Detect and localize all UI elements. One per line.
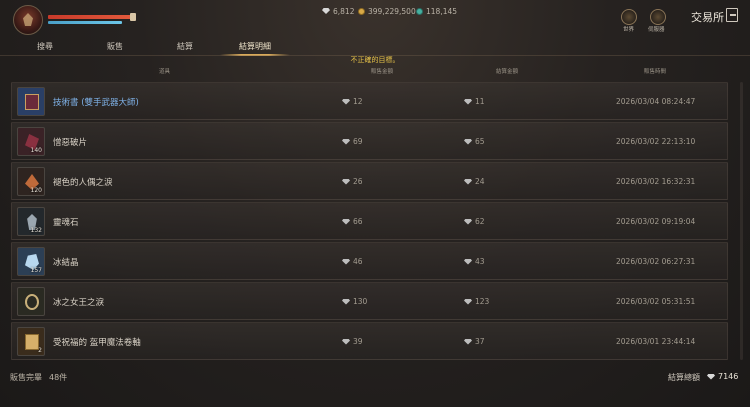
col-sale-amount: 販售金額 xyxy=(371,69,394,75)
col-settle-amount: 結算金額 xyxy=(496,69,519,75)
diamond-icon xyxy=(464,98,472,105)
item-quantity: 120 xyxy=(30,187,42,194)
item-name[interactable]: 褪色的人偶之淚 xyxy=(53,176,113,188)
item-name[interactable]: 冰結晶 xyxy=(53,256,79,268)
market-title: 交易所 xyxy=(691,11,724,24)
sale-time: 2026/03/02 09:19:04 xyxy=(616,217,696,226)
table-row[interactable]: 140 憎惡破片 69 65 2026/03/02 22:13:10 xyxy=(11,122,728,160)
item-quantity: 132 xyxy=(30,227,42,234)
exit-icon[interactable] xyxy=(726,8,738,22)
gold-currency: 399,229,500 xyxy=(358,5,416,17)
table-row[interactable]: 2 受祝福的 盔甲魔法卷軸 39 37 2026/03/01 23:44:14 xyxy=(11,322,728,360)
crystal-icon: 132 xyxy=(17,207,45,236)
table-row[interactable]: 157 冰結晶 46 43 2026/03/02 06:27:31 xyxy=(11,242,728,280)
world-label: 世界 xyxy=(623,27,635,33)
total-settlement-value: 7146 xyxy=(718,372,739,381)
gold-coin-icon xyxy=(358,7,365,15)
diamond-icon xyxy=(464,218,472,225)
diamond-icon xyxy=(342,138,350,145)
table-row[interactable]: 120 褪色的人偶之淚 26 24 2026/03/02 16:32:31 xyxy=(11,162,728,200)
sold-count: 48件 xyxy=(49,373,68,382)
sale-time: 2026/03/02 05:31:51 xyxy=(616,297,696,306)
server-label: 伺服器 xyxy=(648,27,665,33)
settle-amount: 37 xyxy=(464,337,485,346)
tab-search[interactable]: 搜尋 xyxy=(10,36,80,56)
sale-time: 2026/03/04 08:24:47 xyxy=(616,97,696,106)
table-row[interactable]: 冰之女王之淚 130 123 2026/03/02 05:31:51 xyxy=(11,282,728,320)
total-settlement: 7146 xyxy=(707,372,738,381)
diamond-icon xyxy=(342,298,350,305)
diamond-icon xyxy=(707,373,715,380)
diamond-icon xyxy=(464,138,472,145)
diamond-icon xyxy=(322,8,330,14)
top-bar: 6,812 399,229,500 118,145 世界 伺服器 交易所 xyxy=(0,0,750,36)
tear-icon: 120 xyxy=(17,167,45,196)
item-name[interactable]: 憎惡破片 xyxy=(53,136,87,148)
item-name[interactable]: 受祝福的 盔甲魔法卷軸 xyxy=(53,336,141,348)
diamond-icon xyxy=(342,218,350,225)
sale-time: 2026/03/01 23:44:14 xyxy=(616,337,696,346)
settle-amount: 43 xyxy=(464,257,485,266)
item-quantity: 157 xyxy=(30,267,42,274)
settle-amount: 65 xyxy=(464,137,485,146)
item-quantity: 140 xyxy=(30,147,42,154)
sale-amount: 46 xyxy=(342,257,363,266)
hp-bar xyxy=(48,13,136,21)
world-icon[interactable] xyxy=(621,9,637,25)
sale-amount: 26 xyxy=(342,177,363,186)
settle-amount: 24 xyxy=(464,177,485,186)
diamond-icon xyxy=(342,178,350,185)
item-name[interactable]: 技術書 (雙手武器大師) xyxy=(53,96,139,108)
diamond-icon xyxy=(464,338,472,345)
tab-settle[interactable]: 結算 xyxy=(150,36,220,56)
item-quantity: 2 xyxy=(38,347,42,354)
sale-time: 2026/03/02 22:13:10 xyxy=(616,137,696,146)
diamond-icon xyxy=(342,98,350,105)
diamond-icon xyxy=(464,178,472,185)
sale-amount: 69 xyxy=(342,137,363,146)
sale-amount: 130 xyxy=(342,297,367,306)
green-coin-icon xyxy=(416,7,423,15)
diamond-icon xyxy=(342,338,350,345)
table-row[interactable]: 技術書 (雙手武器大師) 12 11 2026/03/04 08:24:47 xyxy=(11,82,728,120)
diamond-icon xyxy=(464,258,472,265)
gold-amount: 399,229,500 xyxy=(368,6,416,16)
sale-amount: 39 xyxy=(342,337,363,346)
sale-time: 2026/03/02 06:27:31 xyxy=(616,257,696,266)
tab-settle-details[interactable]: 結算明細 xyxy=(220,36,290,56)
sale-amount: 66 xyxy=(342,217,363,226)
green-amount: 118,145 xyxy=(426,6,458,16)
sale-amount: 12 xyxy=(342,97,363,106)
sold-out-label: 販售完畢 xyxy=(10,373,42,382)
character-avatar[interactable] xyxy=(13,5,43,35)
settle-amount: 11 xyxy=(464,97,485,106)
table-row[interactable]: 132 靈魂石 66 62 2026/03/02 09:19:04 xyxy=(11,202,728,240)
ornament-icon xyxy=(17,287,45,316)
diamond-currency: 6,812 xyxy=(322,5,354,17)
column-headers: 道具 販售金額 結算金額 販售時間 xyxy=(11,64,728,78)
item-name[interactable]: 冰之女王之淚 xyxy=(53,296,104,308)
item-name[interactable]: 靈魂石 xyxy=(53,216,79,228)
diamond-icon xyxy=(464,298,472,305)
shard-icon: 140 xyxy=(17,127,45,156)
book-icon xyxy=(17,87,45,116)
ice-crystal-icon: 157 xyxy=(17,247,45,276)
server-icon[interactable] xyxy=(650,9,666,25)
mp-bar xyxy=(48,21,122,24)
settle-amount: 62 xyxy=(464,217,485,226)
sale-time: 2026/03/02 16:32:31 xyxy=(616,177,696,186)
scroll-icon: 2 xyxy=(17,327,45,356)
total-settlement-label: 結算總額 xyxy=(668,373,700,382)
col-sale-time: 販售時間 xyxy=(644,69,667,75)
tab-bar: 搜尋 販售 結算 結算明細 xyxy=(0,36,750,56)
settle-amount: 123 xyxy=(464,297,489,306)
green-currency: 118,145 xyxy=(416,5,457,17)
col-item: 道具 xyxy=(159,69,171,75)
list-scrollbar[interactable] xyxy=(740,82,743,360)
diamond-icon xyxy=(342,258,350,265)
tab-sell[interactable]: 販售 xyxy=(80,36,150,56)
diamond-amount: 6,812 xyxy=(333,6,355,16)
